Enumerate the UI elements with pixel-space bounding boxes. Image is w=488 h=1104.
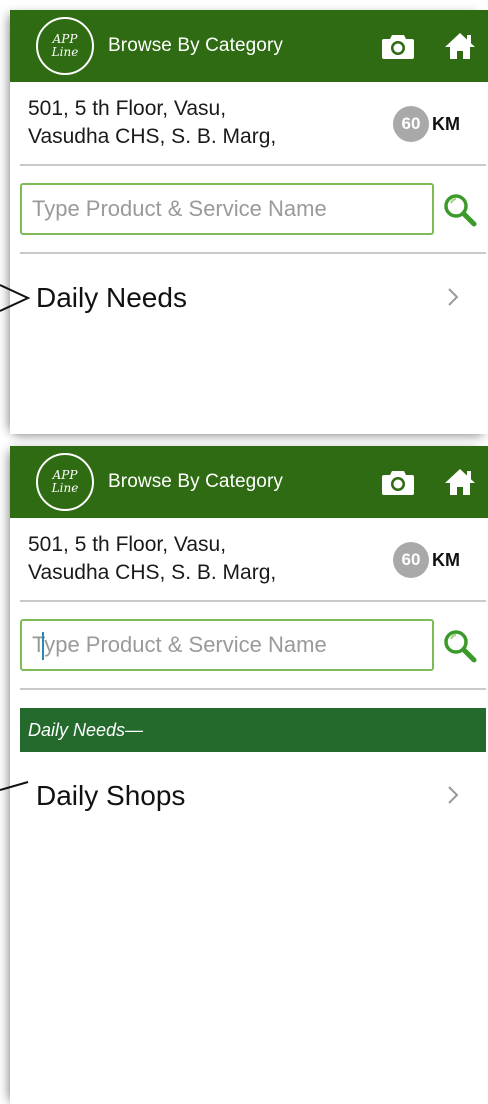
app-bar-actions — [356, 10, 488, 82]
page-title: Browse By Category — [108, 471, 283, 492]
logo-text-bottom: Line — [51, 481, 79, 495]
distance-badge: 60 — [393, 542, 429, 578]
category-item-daily-needs[interactable]: Daily Needs — [10, 254, 488, 342]
camera-button[interactable] — [378, 26, 418, 66]
app-bar: APP Line Browse By Category — [10, 10, 488, 82]
app-bar-actions — [356, 446, 488, 518]
search-input[interactable] — [20, 619, 434, 671]
distance-selector[interactable]: 60 KM — [393, 542, 460, 578]
distance-selector[interactable]: 60 KM — [393, 106, 460, 142]
logo-text-top: APP — [52, 468, 78, 482]
address-text: 501, 5 th Floor, Vasu, Vasudha CHS, S. B… — [28, 531, 358, 587]
screenshot-canvas: APP Line Browse By Category 501, 5 th Fl… — [0, 0, 488, 1104]
pointer-arrow-icon — [0, 781, 29, 791]
camera-icon — [382, 471, 414, 495]
logo-text-bottom: Line — [51, 45, 79, 59]
category-item-daily-shops[interactable]: Daily Shops — [10, 752, 488, 840]
chevron-right-icon — [448, 288, 459, 306]
page-title: Browse By Category — [108, 35, 283, 56]
app-screen-2: APP Line Browse By Category 501, 5 th Fl… — [10, 446, 488, 1104]
search-button[interactable] — [442, 192, 478, 228]
camera-icon — [382, 35, 414, 59]
pointer-arrow-icon — [0, 284, 31, 312]
address-line-2: Vasudha CHS, S. B. Marg, — [28, 561, 277, 584]
chevron-right-icon — [448, 786, 459, 804]
search-icon — [444, 194, 477, 227]
address-line-1: 501, 5 th Floor, Vasu, — [28, 97, 227, 120]
address-row: 501, 5 th Floor, Vasu, Vasudha CHS, S. B… — [20, 518, 486, 602]
home-icon — [445, 33, 475, 59]
category-item-label: Daily Shops — [36, 780, 186, 811]
address-row: 501, 5 th Floor, Vasu, Vasudha CHS, S. B… — [20, 82, 486, 166]
distance-unit: KM — [432, 113, 460, 134]
distance-unit: KM — [432, 549, 460, 570]
app-bar: APP Line Browse By Category — [10, 446, 488, 518]
search-row — [20, 602, 486, 690]
home-icon — [445, 469, 475, 495]
search-input[interactable] — [20, 183, 434, 235]
address-text: 501, 5 th Floor, Vasu, Vasudha CHS, S. B… — [28, 95, 358, 151]
search-icon — [444, 630, 477, 663]
camera-button[interactable] — [378, 462, 418, 502]
category-breadcrumb[interactable]: Daily Needs— — [20, 708, 486, 752]
search-row — [20, 166, 486, 254]
address-line-1: 501, 5 th Floor, Vasu, — [28, 533, 227, 556]
home-button[interactable] — [440, 26, 480, 66]
app-screen-1: APP Line Browse By Category 501, 5 th Fl… — [10, 10, 488, 434]
distance-badge: 60 — [393, 106, 429, 142]
app-logo[interactable]: APP Line — [36, 453, 94, 511]
search-button[interactable] — [442, 628, 478, 664]
category-item-label: Daily Needs — [36, 282, 187, 313]
home-button[interactable] — [440, 462, 480, 502]
app-logo[interactable]: APP Line — [36, 17, 94, 75]
address-line-2: Vasudha CHS, S. B. Marg, — [28, 125, 277, 148]
logo-text-top: APP — [52, 32, 78, 46]
text-cursor — [42, 632, 44, 660]
